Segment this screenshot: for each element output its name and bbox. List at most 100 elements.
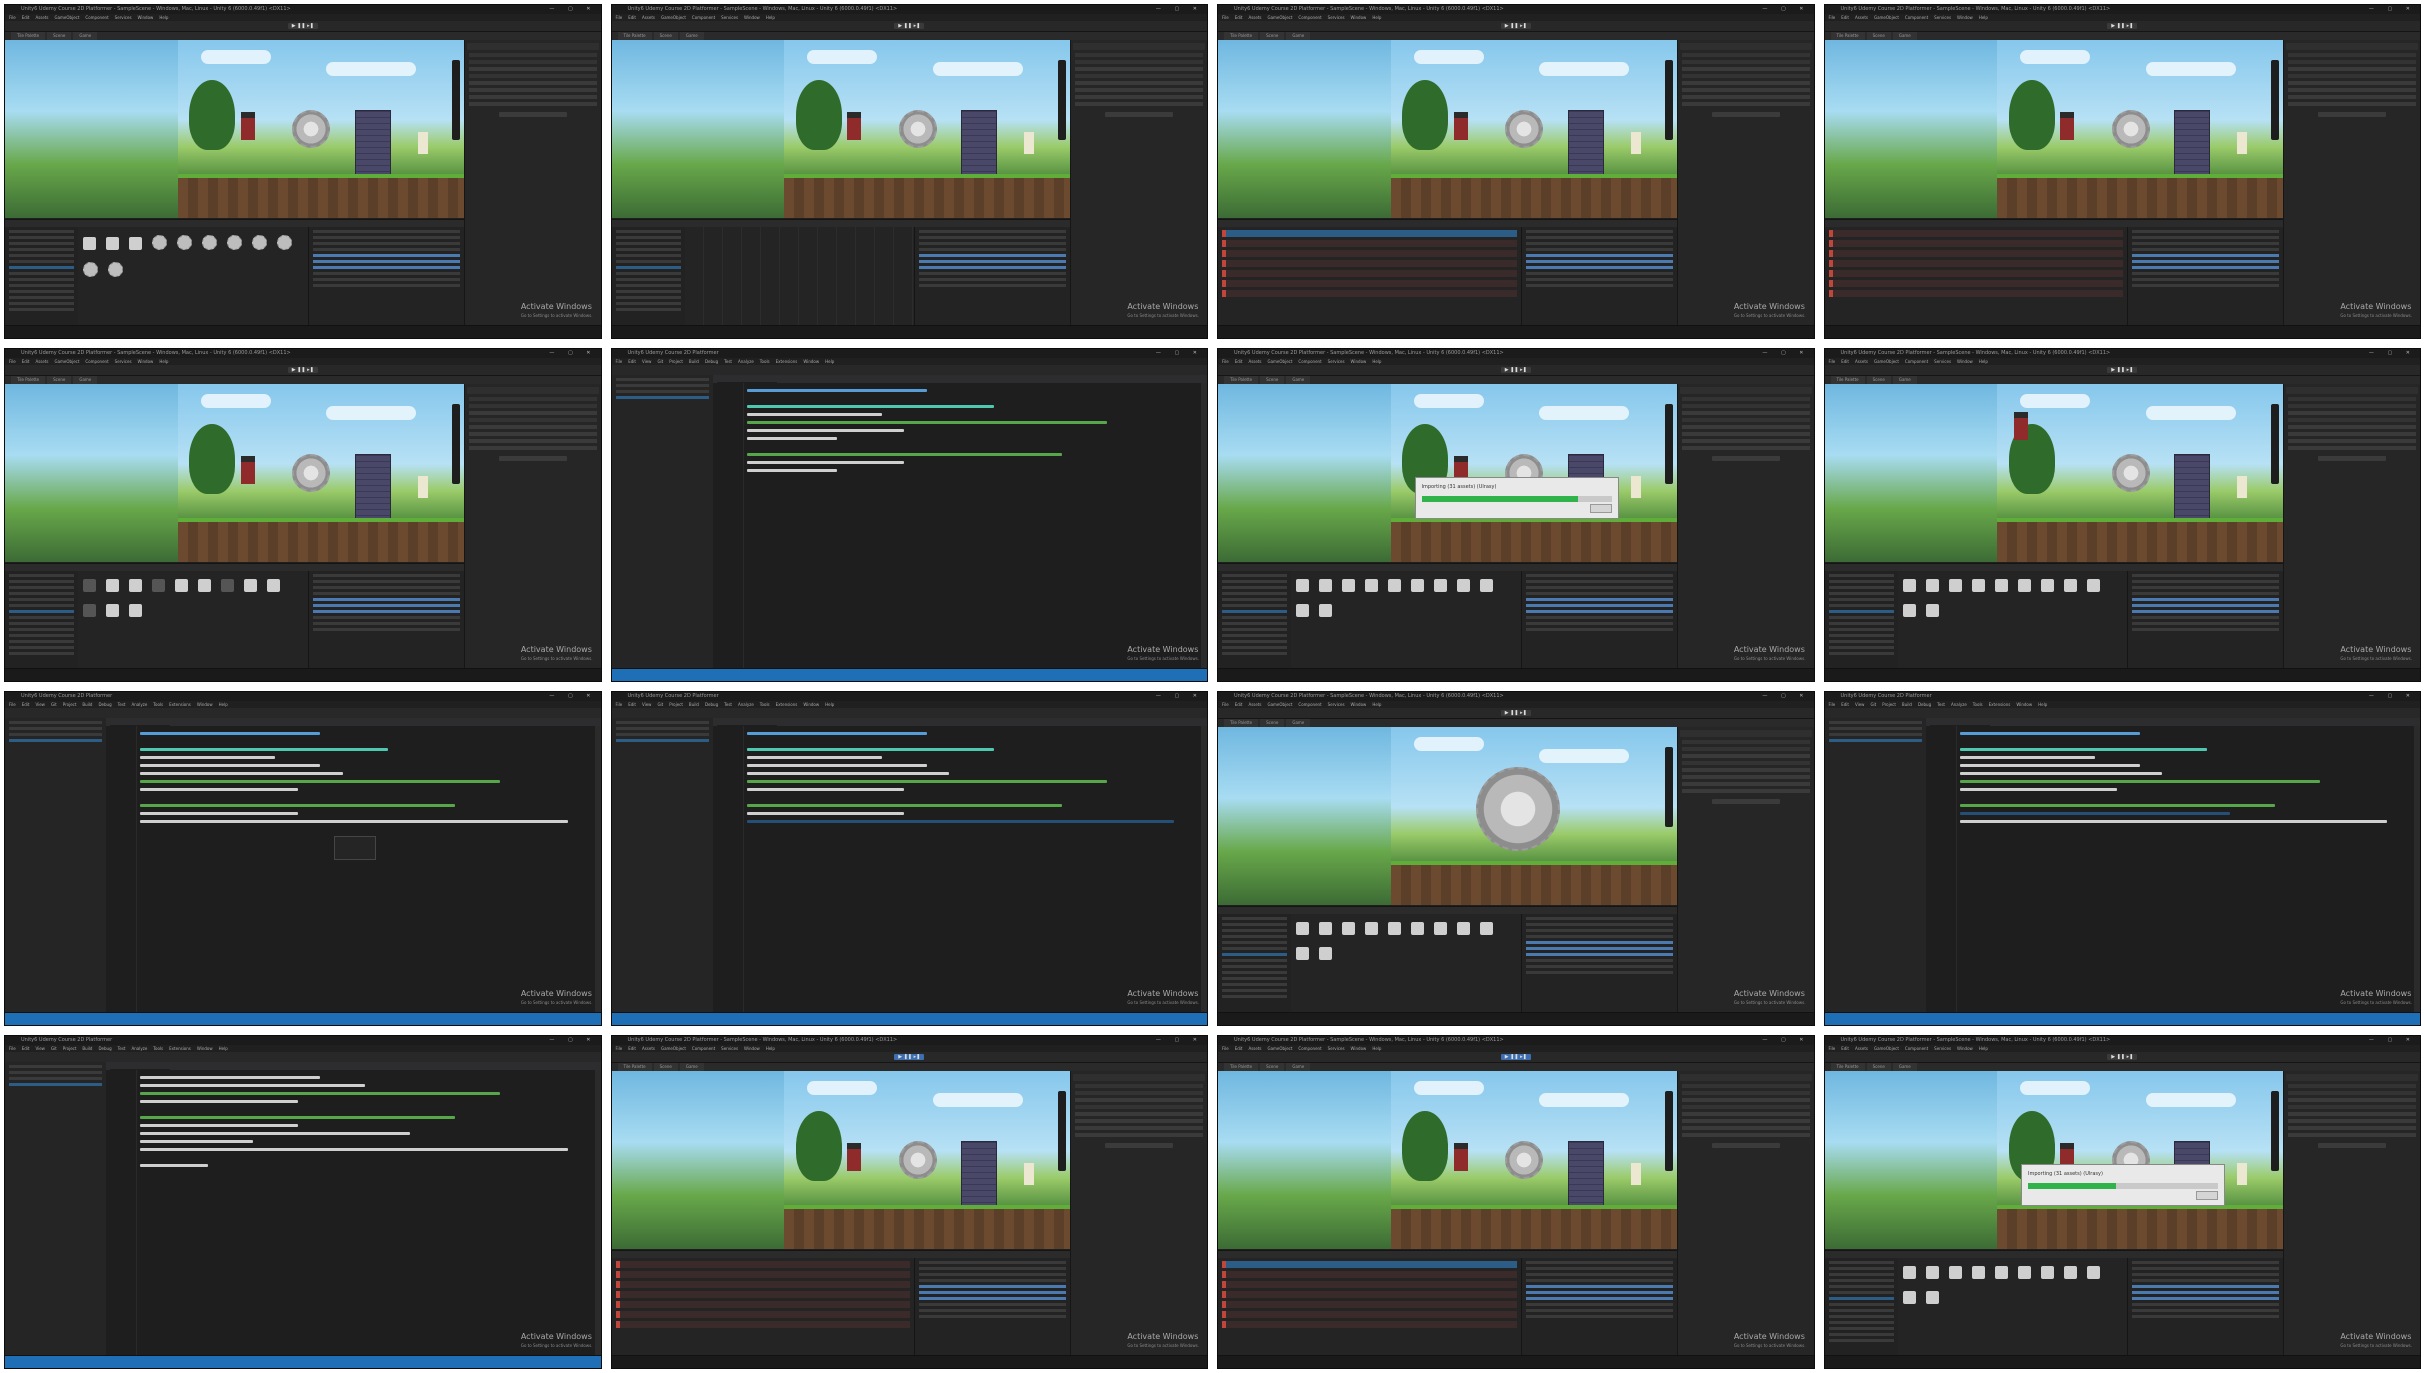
play-controls[interactable]: ▶ ❚❚ ▸❚ [1500,710,1531,716]
add-component-button[interactable] [1105,112,1173,117]
list-item[interactable] [1525,935,1673,938]
menu-item[interactable]: Assets [642,15,655,20]
list-item[interactable] [1222,603,1288,607]
console-error-entry[interactable] [1222,1310,1517,1318]
list-item[interactable] [1828,651,1894,655]
list-item[interactable] [9,290,75,293]
component-sprite-renderer[interactable] [1681,81,1810,85]
player-sprite[interactable] [2060,112,2075,140]
menu-item[interactable]: Help [1979,15,1988,20]
menu-item[interactable]: Help [1372,1046,1381,1051]
asset-thumbnail[interactable] [244,578,258,592]
view-tab[interactable]: Game [1892,375,1917,384]
menu-item[interactable]: Component [1298,359,1321,364]
list-item[interactable] [1828,603,1894,607]
window-controls[interactable]: — ▢ ✕ [2369,1036,2416,1045]
saw-sprite-asset[interactable] [177,235,193,250]
list-item[interactable] [615,278,681,281]
component-animator[interactable] [1681,775,1810,779]
asset-thumbnail[interactable] [267,578,281,592]
asset-thumbnail[interactable] [1296,603,1310,617]
list-item[interactable] [2132,597,2280,601]
code-line[interactable] [746,804,1062,807]
menu-item[interactable]: Window [1351,702,1367,707]
play-controls[interactable]: ▶ ❚❚ ▸❚ [1500,366,1531,373]
play-controls[interactable]: ▶ ❚❚ ▸❚ [1500,1053,1531,1060]
explorer-item[interactable] [615,733,709,736]
menu-item[interactable]: File [616,359,623,364]
list-item[interactable] [2132,284,2280,287]
component-rigidbody2d[interactable] [1681,438,1810,443]
list-item[interactable] [1828,1284,1894,1288]
list-item[interactable] [1222,917,1288,920]
list-item[interactable] [1222,965,1288,968]
menu-item[interactable]: Build [82,702,92,707]
asset-thumbnail[interactable] [1902,1265,1916,1279]
list-item[interactable] [1828,1308,1894,1312]
list-item[interactable] [9,248,75,251]
menu-item[interactable]: Assets [1248,702,1261,707]
menu-item[interactable]: Window [803,702,819,707]
console-error-entry[interactable] [615,1260,911,1268]
menu-item[interactable]: Edit [1235,702,1243,707]
code-line[interactable] [746,732,927,735]
list-item[interactable] [312,266,460,269]
code-lines[interactable] [140,1075,590,1172]
code-line[interactable] [746,428,905,432]
code-line[interactable] [746,404,995,408]
view-tab[interactable]: Game [1892,32,1917,40]
list-item[interactable] [2132,254,2280,257]
console-error-entry[interactable] [615,1280,911,1288]
component-rigidbody2d[interactable] [1075,1125,1203,1130]
code-lines[interactable] [140,732,590,828]
list-item[interactable] [1525,923,1673,926]
vertical-scrollbar[interactable] [1201,382,1207,669]
list-item[interactable] [1222,977,1288,980]
scene-view[interactable] [1390,40,1677,218]
asset-thumbnail[interactable] [1434,922,1448,935]
list-item[interactable] [1525,248,1673,251]
play-controls[interactable]: ▶ ❚❚ ▸❚ [894,1053,925,1060]
view-tab[interactable]: Scene [1260,1062,1285,1071]
list-item[interactable] [615,296,681,299]
asset-thumbnail[interactable] [2063,1265,2077,1279]
menu-item[interactable]: Analyze [132,702,148,707]
menu-item[interactable]: Project [669,702,683,707]
list-item[interactable] [1828,1266,1894,1270]
component-rigidbody2d[interactable] [2288,438,2416,443]
scene-view[interactable] [1997,383,2284,562]
list-item[interactable] [2132,1314,2280,1318]
code-line[interactable] [746,388,927,392]
list-item[interactable] [1525,1272,1673,1276]
menu-item[interactable]: Extensions [776,359,798,364]
code-editor[interactable] [1925,718,2420,1013]
saw-trap[interactable] [898,110,937,148]
component-rigidbody2d[interactable] [468,438,597,443]
menu-item[interactable]: Debug [705,359,718,364]
editor-tabs[interactable] [712,374,1207,390]
saw-sprite-asset[interactable] [252,235,268,250]
asset-thumbnail[interactable] [1434,578,1448,592]
list-item[interactable] [2132,1278,2280,1282]
code-line[interactable] [140,1131,411,1135]
list-item[interactable] [9,296,75,299]
menu-item[interactable]: File [616,702,623,707]
view-tab[interactable]: Game [1286,1062,1311,1071]
list-item[interactable] [312,621,460,625]
view-tab[interactable]: Scene [1866,375,1891,384]
list-item[interactable] [919,260,1067,263]
asset-thumbnail[interactable] [106,578,120,592]
view-tab[interactable]: Tile Palette [1830,375,1865,384]
list-item[interactable] [1525,1296,1673,1300]
list-item[interactable] [2132,260,2280,263]
list-item[interactable] [2132,1302,2280,1306]
view-tab[interactable]: Tile Palette [1224,375,1259,384]
asset-thumbnail[interactable] [1388,578,1402,592]
list-item[interactable] [2132,621,2280,625]
list-item[interactable] [1222,591,1288,595]
component-rigidbody2d[interactable] [2288,95,2416,99]
list-item[interactable] [2132,585,2280,589]
list-item[interactable] [9,621,75,625]
menu-item[interactable]: Test [724,359,732,364]
list-item[interactable] [1222,573,1288,577]
